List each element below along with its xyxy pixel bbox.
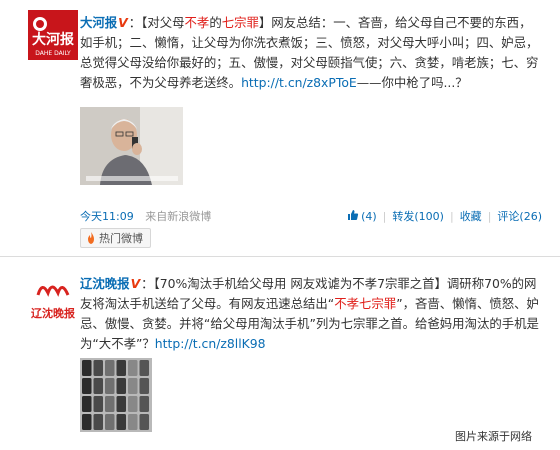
- action-separator: |: [449, 209, 454, 223]
- phone-shape: [128, 414, 138, 430]
- short-link[interactable]: http://t.cn/z8xPToE: [241, 75, 357, 90]
- phone-shape: [116, 360, 126, 376]
- post-time-link[interactable]: 今天11:09: [80, 210, 134, 223]
- phone-shape: [105, 396, 115, 412]
- post-image-old-phones[interactable]: [80, 358, 152, 432]
- post-1-actions: (4) | 转发(100) | 收藏 | 评论(26): [347, 208, 542, 224]
- phone-shape: [93, 414, 103, 430]
- post-image-elderly-man-phone[interactable]: [80, 107, 183, 185]
- phone-shape: [139, 414, 149, 430]
- avatar-logo-sub: DAHE DAILY: [35, 50, 71, 57]
- phone-shape: [105, 414, 115, 430]
- phone-shape: [128, 378, 138, 394]
- phone-shape: [82, 360, 92, 376]
- like-icon[interactable]: [347, 209, 359, 224]
- action-separator: |: [487, 209, 492, 223]
- phone-shape: [116, 414, 126, 430]
- phone-shape: [93, 378, 103, 394]
- short-link[interactable]: http://t.cn/z8llK98: [155, 336, 266, 351]
- weibo-post-1: 大河报 DAHE DAILY 大河报V：【对父母不孝的七宗罪】网友总结：一、吝啬…: [0, 0, 560, 258]
- verified-badge-icon[interactable]: V: [118, 15, 128, 30]
- phone-shape: [139, 396, 149, 412]
- phone-shape: [128, 360, 138, 376]
- phone-shape: [128, 396, 138, 412]
- post-text-tail: ——你中枪了吗...？: [356, 75, 468, 90]
- highlight-text: 不孝: [184, 15, 210, 30]
- comment-button[interactable]: 评论(26): [497, 208, 542, 224]
- author-name-link[interactable]: 大河报: [80, 15, 117, 30]
- verified-badge-icon[interactable]: V: [131, 276, 141, 291]
- post-1-content: 大河报V：【对父母不孝的七宗罪】网友总结：一、吝啬，给父母自己不要的东西，如手机…: [80, 13, 540, 93]
- post-text-part: 的: [209, 15, 222, 30]
- highlight-text: 七宗罪: [221, 15, 259, 30]
- post-1-meta: 今天11:09 来自新浪微博: [80, 208, 211, 224]
- hot-weibo-label: 热门微博: [99, 232, 143, 245]
- phone-shape: [105, 360, 115, 376]
- fire-icon: [88, 232, 94, 244]
- hot-weibo-tag[interactable]: 热门微博: [80, 228, 151, 248]
- author-name-link[interactable]: 辽沈晚报: [80, 276, 130, 291]
- phone-shape: [139, 378, 149, 394]
- phone-shape: [116, 396, 126, 412]
- phone-shape: [93, 360, 103, 376]
- post-divider: [0, 256, 560, 257]
- favorite-button[interactable]: 收藏: [460, 208, 482, 224]
- phone-shape: [139, 360, 149, 376]
- repost-button[interactable]: 转发(100): [392, 208, 444, 224]
- phone-shape: [116, 378, 126, 394]
- phone-shape: [82, 396, 92, 412]
- dahe-daily-avatar[interactable]: 大河报 DAHE DAILY: [28, 10, 78, 60]
- phone-shape: [82, 378, 92, 394]
- liaoshen-evening-avatar[interactable]: 辽沈晚报: [28, 275, 78, 325]
- phone-shape: [93, 396, 103, 412]
- like-count[interactable]: (4): [361, 210, 377, 223]
- highlight-text: 不孝七宗罪: [334, 296, 397, 311]
- avatar-logo-text: 大河报: [32, 31, 74, 48]
- post-2-content: 辽沈晚报V：【70%淘汰手机给父母用 网友戏谑为不孝7宗罪之首】调研称70%的网…: [80, 274, 540, 354]
- phone-shape: [82, 414, 92, 430]
- post-source: 来自新浪微博: [145, 210, 212, 223]
- post-text-part: ：【对父母: [128, 15, 185, 30]
- image-source-watermark: 图片来源于网络: [455, 428, 532, 444]
- watermark-text: 图片来源于网络: [455, 430, 532, 443]
- phone-shape: [105, 378, 115, 394]
- action-separator: |: [382, 209, 387, 223]
- avatar-logo-text: 辽沈晚报: [31, 306, 76, 320]
